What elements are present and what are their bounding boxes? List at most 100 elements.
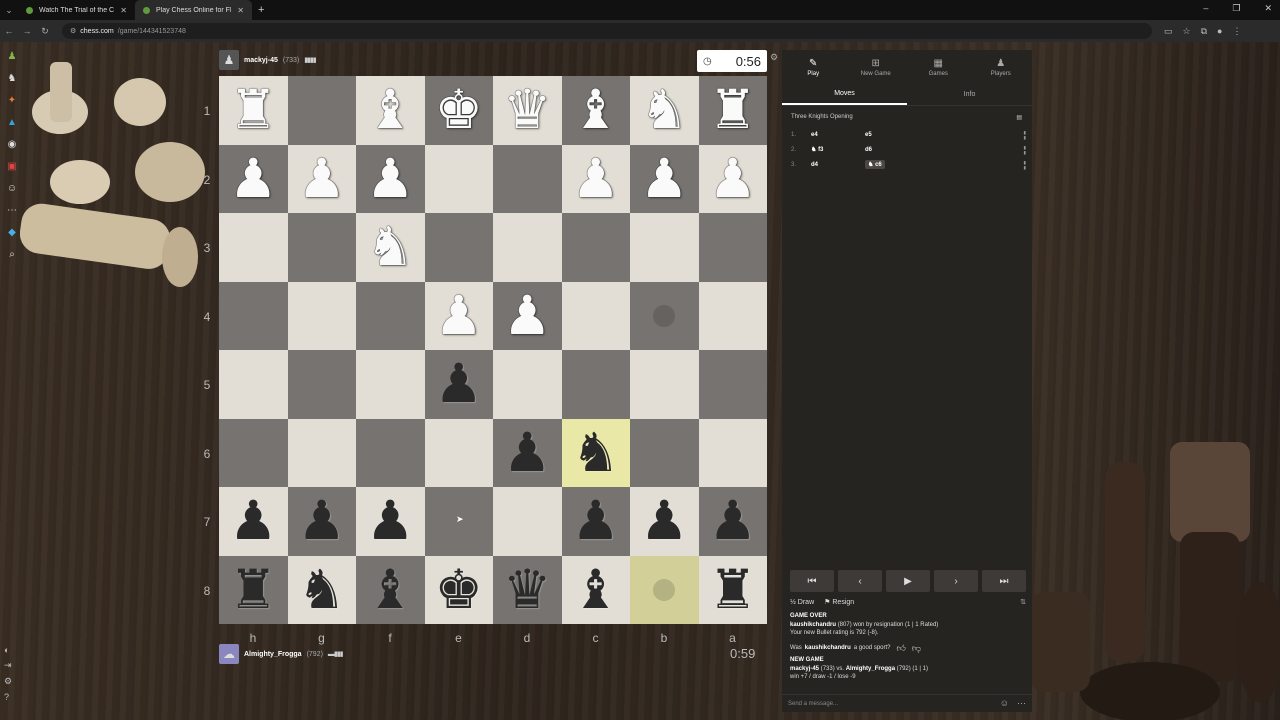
chat-input[interactable]: Send a message... ☺ ⋯: [782, 694, 1032, 712]
board-square[interactable]: ♞: [630, 76, 699, 145]
white-move[interactable]: ♞ f3: [811, 146, 865, 153]
board-square[interactable]: ♝: [356, 555, 425, 624]
white-move[interactable]: e4: [811, 132, 865, 138]
board-square[interactable]: ♚: [424, 555, 493, 624]
board-square[interactable]: [424, 144, 493, 213]
player-one[interactable]: mackyj-45: [790, 666, 819, 672]
board-square[interactable]: ♟: [287, 144, 356, 213]
player-two[interactable]: Almighty_Frogga: [846, 666, 895, 672]
black-bishop-icon[interactable]: ♝: [366, 562, 414, 617]
browser-tab-0[interactable]: Watch The Trial of the Chicago 7 ✕: [18, 0, 135, 20]
board-square[interactable]: [493, 144, 562, 213]
close-window-icon[interactable]: ✕: [1264, 3, 1272, 14]
watch-icon[interactable]: ◉: [4, 136, 20, 152]
premium-diamond-icon[interactable]: ◆: [4, 224, 20, 240]
social-icon[interactable]: ☺: [4, 180, 20, 196]
board-square[interactable]: [219, 350, 288, 419]
board-square[interactable]: ♞: [561, 418, 630, 487]
black-pawn-icon[interactable]: ♟: [366, 494, 414, 548]
board-square[interactable]: ♟: [287, 487, 356, 556]
tab-games[interactable]: ▦ Games: [907, 50, 970, 84]
board-square[interactable]: ♜: [219, 555, 288, 624]
board-square[interactable]: ♟: [219, 144, 288, 213]
board-square[interactable]: ♟: [424, 281, 493, 350]
white-queen-icon[interactable]: ♛: [503, 83, 551, 137]
board-square[interactable]: [219, 281, 288, 350]
board-square[interactable]: ♝: [356, 76, 425, 145]
reload-icon[interactable]: ↻: [36, 26, 54, 37]
board-square[interactable]: ♝: [561, 555, 630, 624]
board-square[interactable]: [424, 418, 493, 487]
board-square[interactable]: [356, 281, 425, 350]
board-settings-icon[interactable]: ⚙: [770, 52, 778, 63]
board-square[interactable]: [287, 418, 356, 487]
board-square[interactable]: ♞: [356, 213, 425, 282]
draw-button[interactable]: ½ Draw: [790, 599, 814, 606]
board-square[interactable]: ♟: [630, 487, 699, 556]
theme-toggle-icon[interactable]: ◐: [4, 645, 12, 655]
clipboard-icon[interactable]: ▤: [1016, 114, 1022, 121]
cast-icon[interactable]: ▭: [1164, 26, 1173, 37]
black-king-icon[interactable]: ♚: [435, 562, 483, 617]
board-square[interactable]: [287, 281, 356, 350]
board-square[interactable]: [561, 281, 630, 350]
back-icon[interactable]: ←: [0, 26, 18, 36]
player-name[interactable]: mackyj-45: [244, 57, 278, 64]
board-square[interactable]: ♟: [219, 487, 288, 556]
board-square[interactable]: [561, 213, 630, 282]
white-rook-icon[interactable]: ♜: [229, 83, 277, 137]
black-pawn-icon[interactable]: ♟: [229, 494, 277, 548]
board-square[interactable]: ♟: [356, 487, 425, 556]
play-button[interactable]: ▶: [886, 570, 930, 592]
board-square[interactable]: [493, 350, 562, 419]
move-hint-dot[interactable]: [653, 578, 676, 601]
settings-gear-icon[interactable]: ⚙: [4, 676, 12, 687]
tab-close-icon[interactable]: ✕: [237, 6, 244, 15]
help-icon[interactable]: ?: [4, 692, 12, 702]
profile-icon[interactable]: ●: [1217, 26, 1222, 37]
board-square[interactable]: ♟: [561, 487, 630, 556]
board-square[interactable]: [630, 281, 699, 350]
puzzles-icon[interactable]: ✦: [4, 92, 20, 108]
white-pawn-icon[interactable]: ♟: [435, 288, 483, 343]
tab-search-icon[interactable]: ⌄: [0, 5, 18, 16]
white-pawn-icon[interactable]: ♟: [366, 151, 414, 206]
menu-icon[interactable]: ⋮: [1232, 26, 1241, 37]
more-options-icon[interactable]: ⋯: [1017, 698, 1026, 709]
tab-close-icon[interactable]: ✕: [120, 6, 127, 15]
thumbs-down-icon[interactable]: 👎︎: [912, 643, 921, 653]
white-move[interactable]: d4: [811, 162, 865, 168]
tab-new-game[interactable]: ⊞ New Game: [845, 50, 908, 84]
board-square[interactable]: [287, 213, 356, 282]
search-icon[interactable]: ⌕: [4, 246, 20, 262]
first-move-button[interactable]: ⏮: [790, 570, 834, 592]
previous-move-button[interactable]: ‹: [838, 570, 882, 592]
white-king-icon[interactable]: ♚: [435, 83, 483, 137]
board-square[interactable]: [630, 555, 699, 624]
board-square[interactable]: [356, 418, 425, 487]
white-pawn-icon[interactable]: ♟: [640, 151, 688, 206]
tab-moves[interactable]: Moves: [782, 84, 907, 105]
black-knight-icon[interactable]: ♞: [298, 562, 346, 617]
board-square[interactable]: [287, 76, 356, 145]
winner-name[interactable]: kaushikchandru: [790, 622, 836, 628]
board-square[interactable]: ♟: [698, 487, 767, 556]
white-bishop-icon[interactable]: ♝: [366, 83, 414, 137]
opening-name[interactable]: Three Knights Opening: [791, 114, 853, 121]
board-square[interactable]: ♟: [493, 418, 562, 487]
address-bar[interactable]: ⚙ chess.com/game/144341523748: [62, 23, 1152, 39]
last-move-button[interactable]: ⏭: [982, 570, 1026, 592]
minimize-icon[interactable]: –: [1203, 3, 1208, 14]
board-square[interactable]: [630, 350, 699, 419]
forward-icon[interactable]: →: [18, 26, 36, 36]
thumbs-up-icon[interactable]: 👍︎: [897, 643, 906, 653]
collapse-icon[interactable]: ⇥: [4, 660, 12, 671]
board-square[interactable]: ♛: [493, 76, 562, 145]
board-square[interactable]: [698, 281, 767, 350]
white-pawn-icon[interactable]: ♟: [229, 151, 277, 206]
board-square[interactable]: [698, 350, 767, 419]
white-knight-icon[interactable]: ♞: [366, 220, 414, 274]
black-pawn-icon[interactable]: ♟: [435, 357, 483, 411]
emoji-icon[interactable]: ☺: [1000, 698, 1009, 709]
board-square[interactable]: [630, 213, 699, 282]
